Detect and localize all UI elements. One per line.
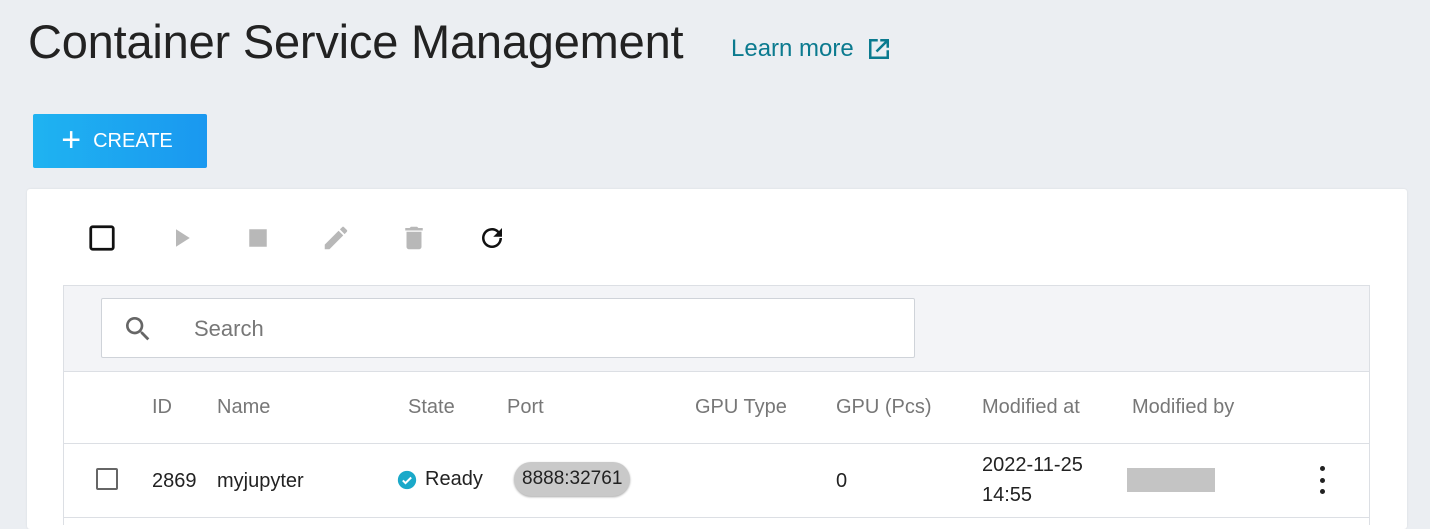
- row-id: 2869: [152, 470, 197, 492]
- play-icon[interactable]: [165, 222, 197, 254]
- row-name: myjupyter: [217, 470, 304, 492]
- column-header-modified-at[interactable]: Modified at: [982, 396, 1080, 419]
- more-options-icon[interactable]: [1312, 466, 1332, 494]
- port-chip[interactable]: 8888:32761: [514, 462, 631, 496]
- stop-icon[interactable]: [242, 222, 274, 254]
- search-bar: [64, 286, 1369, 372]
- page-title: Container Service Management: [28, 15, 684, 68]
- row-modified-by-redacted: [1127, 468, 1215, 492]
- learn-more-link[interactable]: Learn more: [731, 34, 894, 64]
- check-circle-icon: [397, 470, 417, 489]
- row-gpu-pcs: 0: [836, 470, 848, 492]
- row-state: Ready: [397, 468, 483, 491]
- row-checkbox[interactable]: [96, 468, 118, 490]
- delete-icon[interactable]: [398, 222, 430, 254]
- column-header-port[interactable]: Port: [507, 396, 544, 419]
- row-modified-date: 2022-11-25: [982, 454, 1083, 476]
- column-header-gpu-pcs[interactable]: GPU (Pcs): [836, 396, 932, 419]
- column-header-gpu-type[interactable]: GPU Type: [695, 396, 787, 419]
- refresh-icon[interactable]: [476, 222, 508, 254]
- search-icon: [126, 317, 150, 341]
- select-all-checkbox[interactable]: [86, 222, 118, 254]
- external-link-icon: [868, 39, 889, 59]
- column-header-name[interactable]: Name: [217, 396, 270, 419]
- column-header-modified-by[interactable]: Modified by: [1132, 396, 1234, 419]
- table-row[interactable]: 2869 myjupyter Ready 8888:32761 0 2022-1…: [64, 444, 1369, 518]
- search-box[interactable]: [101, 298, 915, 358]
- row-modified-time: 14:55: [982, 484, 1033, 506]
- column-header-state[interactable]: State: [408, 396, 455, 419]
- table-header: ID Name State Port GPU Type GPU (Pcs) Mo…: [64, 372, 1369, 444]
- row-state-label: Ready: [425, 468, 483, 490]
- create-label: CREATE: [93, 129, 173, 152]
- create-button[interactable]: + CREATE: [33, 114, 207, 168]
- row-port: 8888:32761: [522, 468, 623, 489]
- container-table: ID Name State Port GPU Type GPU (Pcs) Mo…: [63, 285, 1370, 525]
- search-input[interactable]: [192, 313, 876, 345]
- edit-icon[interactable]: [320, 222, 352, 254]
- column-header-id[interactable]: ID: [152, 396, 172, 419]
- learn-more-label: Learn more: [731, 35, 854, 62]
- plus-icon: +: [61, 120, 82, 159]
